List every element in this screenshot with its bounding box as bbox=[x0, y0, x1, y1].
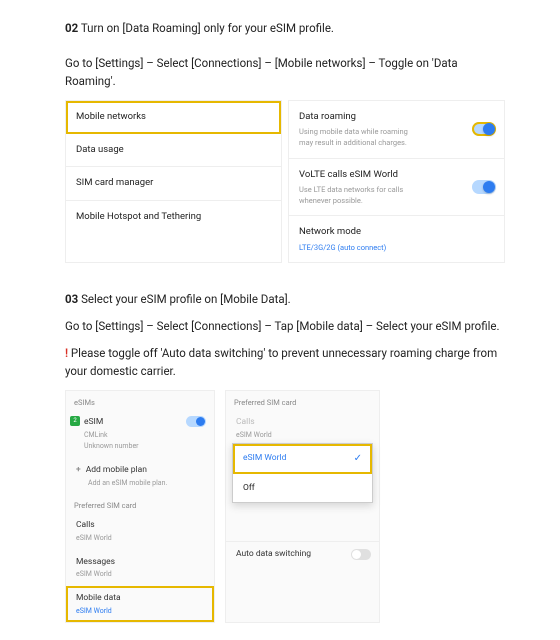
label-esim: eSIM bbox=[84, 417, 103, 427]
label-auto-data-switching: Auto data switching bbox=[236, 549, 311, 559]
sub-calls-left: eSIM World bbox=[76, 533, 204, 544]
step-02-number: 02 bbox=[65, 21, 78, 35]
step-03-instruction: Go to [Settings] – Select [Connections] … bbox=[65, 318, 505, 335]
item-messages-left[interactable]: Messages eSIM World bbox=[66, 550, 214, 586]
label-data-roaming: Data roaming bbox=[299, 110, 494, 124]
step-03-warning: ! Please toggle off 'Auto data switching… bbox=[65, 345, 505, 380]
sim-settings-panel-right: Preferred SIM card Calls eSIM World Mess… bbox=[225, 390, 380, 623]
label-sim-card-manager: SIM card manager bbox=[76, 176, 271, 190]
sub-esim-number: Unknown number bbox=[84, 441, 204, 452]
toggle-esim[interactable] bbox=[186, 416, 206, 427]
figure-mobile-data: eSIMs 2 eSIM CMLink Unknown number + Add … bbox=[65, 390, 505, 623]
sub-mobile-data: eSIM World bbox=[76, 606, 204, 617]
row-data-roaming[interactable]: Data roaming Using mobile data while roa… bbox=[289, 101, 504, 159]
item-calls-left[interactable]: Calls eSIM World bbox=[66, 513, 214, 549]
step-02-instruction: Go to [Settings] – Select [Connections] … bbox=[65, 55, 505, 90]
label-volte: VoLTE calls eSIM World bbox=[299, 168, 494, 182]
sub-esim-carrier: CMLink bbox=[84, 430, 204, 441]
toggle-auto-data-switching[interactable] bbox=[351, 549, 371, 560]
row-sim-card-manager[interactable]: SIM card manager bbox=[66, 167, 281, 200]
row-volte[interactable]: VoLTE calls eSIM World Use LTE data netw… bbox=[289, 159, 504, 217]
step-02-title: Turn on [Data Roaming] only for your eSI… bbox=[81, 21, 334, 35]
step-03-title: Select your eSIM profile on [Mobile Data… bbox=[81, 292, 291, 306]
label-mobile-data: Mobile data bbox=[76, 593, 121, 603]
sim-settings-panel-left: eSIMs 2 eSIM CMLink Unknown number + Add … bbox=[65, 390, 215, 623]
row-mobile-networks[interactable]: Mobile networks bbox=[66, 101, 281, 134]
sub-calls-right: eSIM World bbox=[236, 430, 369, 441]
step-03-number: 03 bbox=[65, 292, 78, 306]
step-03-heading: 03 Select your eSIM profile on [Mobile D… bbox=[65, 291, 505, 308]
warning-text: Please toggle off 'Auto data switching' … bbox=[65, 346, 497, 377]
settings-panel-left: Mobile networks Data usage SIM card mana… bbox=[65, 100, 282, 263]
toggle-data-roaming[interactable] bbox=[472, 122, 496, 136]
item-mobile-data[interactable]: Mobile data eSIM World bbox=[66, 586, 214, 622]
sub-volte: Use LTE data networks for calls whenever… bbox=[299, 184, 419, 207]
label-network-mode: Network mode bbox=[299, 225, 494, 239]
section-preferred-sim-left: Preferred SIM card bbox=[66, 494, 214, 513]
sub-add-plan: Add an eSIM mobile plan. bbox=[88, 478, 204, 489]
sim-badge-icon: 2 bbox=[70, 416, 80, 426]
settings-panel-right: Data roaming Using mobile data while roa… bbox=[288, 100, 505, 263]
section-preferred-sim-right: Preferred SIM card bbox=[226, 391, 379, 410]
item-add-mobile-plan[interactable]: + Add mobile plan Add an eSIM mobile plan… bbox=[66, 458, 214, 494]
label-messages-left: Messages bbox=[76, 557, 115, 567]
label-hotspot-tethering: Mobile Hotspot and Tethering bbox=[76, 210, 271, 224]
label-option-esim-world: eSIM World bbox=[243, 453, 286, 463]
toggle-volte[interactable] bbox=[472, 180, 496, 194]
label-data-usage: Data usage bbox=[76, 143, 271, 157]
check-icon: ✓ bbox=[354, 451, 362, 466]
mobile-data-dropdown: eSIM World ✓ Off bbox=[232, 443, 373, 504]
step-02-heading: 02 Turn on [Data Roaming] only for your … bbox=[65, 20, 505, 37]
plus-icon: + bbox=[76, 465, 81, 475]
label-option-off: Off bbox=[243, 483, 255, 493]
figure-data-roaming: Mobile networks Data usage SIM card mana… bbox=[65, 100, 505, 263]
row-data-usage[interactable]: Data usage bbox=[66, 134, 281, 167]
label-calls-right: Calls bbox=[236, 417, 255, 427]
item-calls-right: Calls eSIM World bbox=[226, 410, 379, 446]
label-mobile-networks: Mobile networks bbox=[76, 110, 271, 124]
row-hotspot-tethering[interactable]: Mobile Hotspot and Tethering bbox=[66, 201, 281, 233]
label-add-plan: Add mobile plan bbox=[86, 465, 147, 475]
option-off[interactable]: Off bbox=[233, 474, 372, 503]
sub-network-mode: LTE/3G/2G (auto connect) bbox=[299, 242, 494, 253]
sub-messages-left: eSIM World bbox=[76, 569, 204, 580]
label-calls-left: Calls bbox=[76, 520, 95, 530]
item-esim[interactable]: 2 eSIM CMLink Unknown number bbox=[66, 410, 214, 458]
section-esims: eSIMs bbox=[66, 391, 214, 410]
option-esim-world[interactable]: eSIM World ✓ bbox=[233, 444, 372, 474]
sub-data-roaming: Using mobile data while roaming may resu… bbox=[299, 126, 419, 149]
row-network-mode[interactable]: Network mode LTE/3G/2G (auto connect) bbox=[289, 216, 504, 262]
item-auto-data-switching[interactable]: Auto data switching bbox=[226, 541, 379, 567]
